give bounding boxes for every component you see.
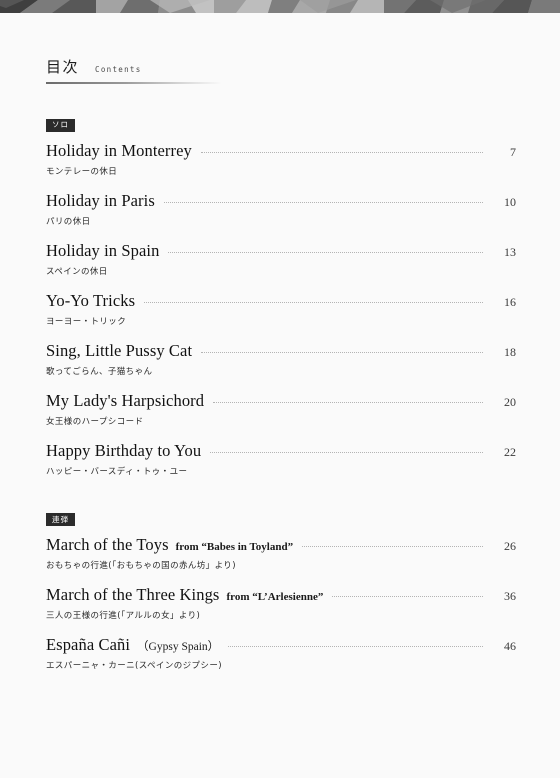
entry-title-line: Happy Birthday to You 22	[46, 441, 516, 461]
entry-page-number: 18	[504, 344, 516, 359]
entry-page-number: 26	[504, 539, 516, 553]
contents-entry[interactable]: España Cañi （Gypsy Spain） 46 エスパーニャ・カーニ(スペイ…	[46, 635, 516, 671]
page-title-block: 目次 Contents	[46, 60, 526, 84]
entry-page-number: 46	[504, 639, 516, 653]
contents-list: ソロ Holiday in Monterrey 7 モンテレーの休日 Holiday i…	[46, 114, 516, 685]
contents-entry[interactable]: Holiday in Spain 13 スペインの休日	[46, 241, 516, 277]
entry-source: （Gypsy Spain）	[137, 641, 220, 653]
entry-title-line: Holiday in Monterrey 7	[46, 141, 516, 161]
entry-title: March of the Three Kings	[46, 585, 220, 604]
entry-title: Yo-Yo Tricks	[46, 290, 136, 310]
contents-entry[interactable]: March of the Three Kings from “L’Arlesien…	[46, 585, 516, 621]
leader-dots	[213, 401, 483, 403]
entry-subtitle-japanese: 歌ってごらん、子猫ちゃん	[46, 366, 153, 377]
entry-title-line: Sing, Little Pussy Cat 18	[46, 341, 516, 361]
entry-title-line: Holiday in Spain 13	[46, 241, 516, 261]
leader-dots	[168, 251, 483, 253]
section-badge: 連弾	[46, 513, 75, 526]
contents-entry[interactable]: Happy Birthday to You 22 ハッピー・バースディ・トゥ・ユー	[46, 441, 516, 477]
section-badge: ソロ	[46, 118, 75, 132]
contents-entry[interactable]: March of the Toys from “Babes in Toyland”…	[46, 535, 516, 571]
entry-title-line: España Cañi （Gypsy Spain） 46	[46, 635, 516, 655]
entry-page-number: 16	[504, 294, 516, 309]
contents-section: 連弾 March of the Toys from “Babes in Toylan…	[46, 509, 516, 671]
page-title-japanese: 目次	[46, 58, 80, 76]
entry-title: My Lady's Harpsichord	[46, 390, 205, 410]
entry-page-number: 10	[504, 194, 516, 209]
leader-dots	[332, 596, 483, 597]
entry-title: March of the Toys	[46, 535, 169, 554]
entry-title: Holiday in Paris	[46, 190, 155, 210]
entry-title: Holiday in Spain	[46, 240, 160, 260]
contents-entry[interactable]: Holiday in Monterrey 7 モンテレーの休日	[46, 141, 516, 177]
contents-section: ソロ Holiday in Monterrey 7 モンテレーの休日 Holiday i…	[46, 114, 516, 477]
leader-dots	[302, 546, 483, 547]
entry-title: Holiday in Monterrey	[46, 140, 192, 160]
entry-title-line: Yo-Yo Tricks 16	[46, 291, 516, 311]
entry-subtitle-japanese: スペインの休日	[46, 266, 108, 277]
leader-dots	[163, 201, 483, 203]
entry-subtitle-japanese: ハッピー・バースディ・トゥ・ユー	[46, 466, 188, 477]
entry-subtitle-japanese: パリの休日	[46, 216, 91, 227]
entry-title-line: My Lady's Harpsichord 20	[46, 391, 516, 411]
contents-entry[interactable]: Holiday in Paris 10 パリの休日	[46, 191, 516, 227]
entry-page-number: 20	[504, 394, 516, 409]
entry-title-line: March of the Toys from “Babes in Toyland”…	[46, 535, 516, 555]
leader-dots	[200, 151, 483, 153]
contents-entry[interactable]: Yo-Yo Tricks 16 ヨーヨー・トリック	[46, 291, 516, 327]
entry-subtitle-japanese: ヨーヨー・トリック	[46, 316, 127, 327]
entry-title-line: March of the Three Kings from “L’Arlesien…	[46, 585, 516, 605]
entry-page-number: 36	[504, 589, 516, 603]
entry-subtitle-japanese: エスパーニャ・カーニ(スペインのジプシー)	[46, 661, 222, 671]
entry-title: España Cañi	[46, 635, 131, 654]
entry-title-line: Holiday in Paris 10	[46, 191, 516, 211]
low-poly-pattern-icon	[0, 0, 560, 13]
entry-page-number: 22	[504, 444, 516, 459]
entry-title: Happy Birthday to You	[46, 440, 202, 460]
entry-source: from “L’Arlesienne”	[226, 591, 324, 603]
leader-dots	[210, 451, 483, 453]
entry-page-number: 7	[510, 144, 516, 159]
entry-subtitle-japanese: 女王様のハープシコード	[46, 416, 144, 427]
page-title-english: Contents	[95, 65, 142, 74]
contents-entry[interactable]: Sing, Little Pussy Cat 18 歌ってごらん、子猫ちゃん	[46, 341, 516, 377]
entry-subtitle-japanese: おもちゃの行進(「おもちゃの国の赤ん坊」より)	[46, 561, 236, 571]
leader-dots	[201, 351, 483, 353]
entry-page-number: 13	[504, 244, 516, 259]
leader-dots	[228, 646, 483, 647]
decorative-header-band	[0, 0, 560, 13]
title-underline-rule	[46, 82, 222, 84]
contents-entry[interactable]: My Lady's Harpsichord 20 女王様のハープシコード	[46, 391, 516, 427]
entry-source: from “Babes in Toyland”	[175, 541, 294, 553]
entry-subtitle-japanese: モンテレーの休日	[46, 166, 118, 177]
leader-dots	[144, 301, 483, 303]
entry-title: Sing, Little Pussy Cat	[46, 340, 193, 360]
entry-subtitle-japanese: 三人の王様の行進(「アルルの女」より)	[46, 611, 201, 621]
title-row: 目次 Contents	[46, 60, 526, 75]
contents-page: 目次 Contents ソロ Holiday in Monterrey 7 モンテレー…	[0, 0, 560, 778]
